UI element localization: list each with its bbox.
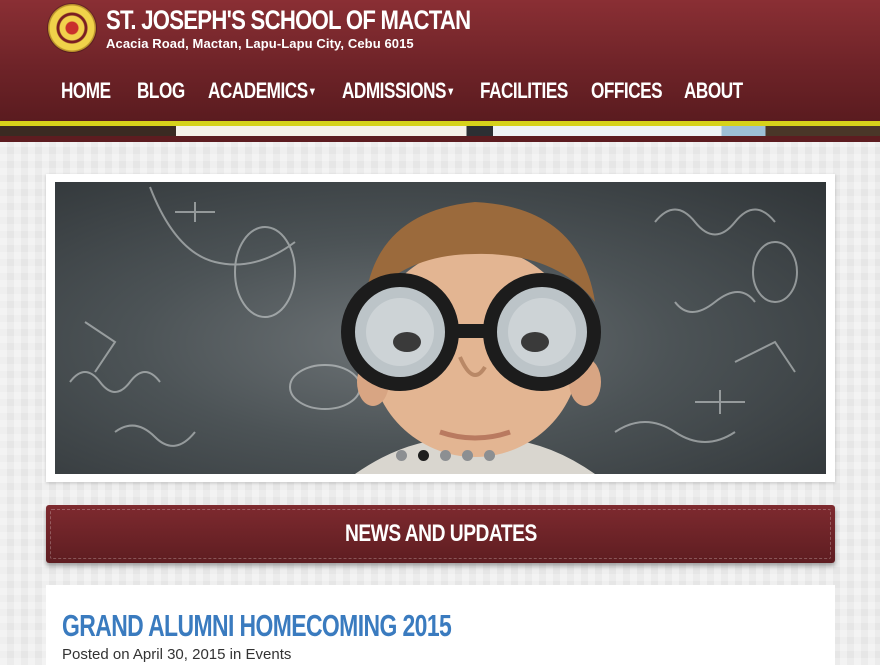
nav-item-admissions[interactable]: ADMISSIONS ▾	[342, 74, 453, 108]
nav-item-academics[interactable]: ACADEMICS ▾	[208, 74, 315, 108]
site-address: Acacia Road, Mactan, Lapu-Lapu City, Ceb…	[106, 36, 414, 51]
nav-item-offices[interactable]: OFFICES	[591, 74, 663, 108]
nav-item-home[interactable]: HOME	[61, 74, 111, 108]
nav-item-facilities[interactable]: FACILITIES	[480, 74, 568, 108]
slider-dot[interactable]	[396, 450, 407, 461]
post-title-link[interactable]: GRAND ALUMNI HOMECOMING 2015	[62, 609, 452, 643]
chevron-down-icon: ▾	[448, 84, 453, 98]
post-category-link[interactable]: Events	[246, 646, 292, 663]
post-meta-prefix: Posted on	[62, 646, 130, 663]
main-nav: HOME BLOG ACADEMICS ▾ ADMISSIONS ▾ FACILIT…	[0, 74, 880, 108]
slider-dot[interactable]	[440, 450, 451, 461]
slider-dot[interactable]	[462, 450, 473, 461]
header-photo-strip	[0, 126, 880, 136]
header-divider	[0, 136, 880, 142]
post-date: April 30, 2015	[132, 646, 226, 663]
nav-item-blog[interactable]: BLOG	[137, 74, 185, 108]
slider-dot[interactable]	[484, 450, 495, 461]
site-header: ST. JOSEPH'S SCHOOL OF MACTAN Acacia Roa…	[0, 0, 880, 122]
post-meta-in: in	[229, 646, 242, 663]
news-section-header: NEWS AND UPDATES	[46, 505, 835, 563]
nav-item-about[interactable]: ABOUT	[684, 74, 743, 108]
post-card: GRAND ALUMNI HOMECOMING 2015 Posted on A…	[46, 585, 835, 665]
slider-dot-active[interactable]	[418, 450, 429, 461]
boy-with-glasses-chalkboard-photo	[69, 186, 798, 474]
school-seal-icon[interactable]	[48, 4, 96, 52]
chevron-down-icon: ▾	[310, 84, 315, 98]
post-meta: Posted on April 30, 2015 in Events	[62, 646, 291, 663]
news-heading: NEWS AND UPDATES	[344, 520, 537, 547]
hero-slide-image[interactable]	[55, 182, 826, 474]
site-title[interactable]: ST. JOSEPH'S SCHOOL OF MACTAN	[106, 5, 471, 35]
hero-slider	[46, 174, 835, 482]
